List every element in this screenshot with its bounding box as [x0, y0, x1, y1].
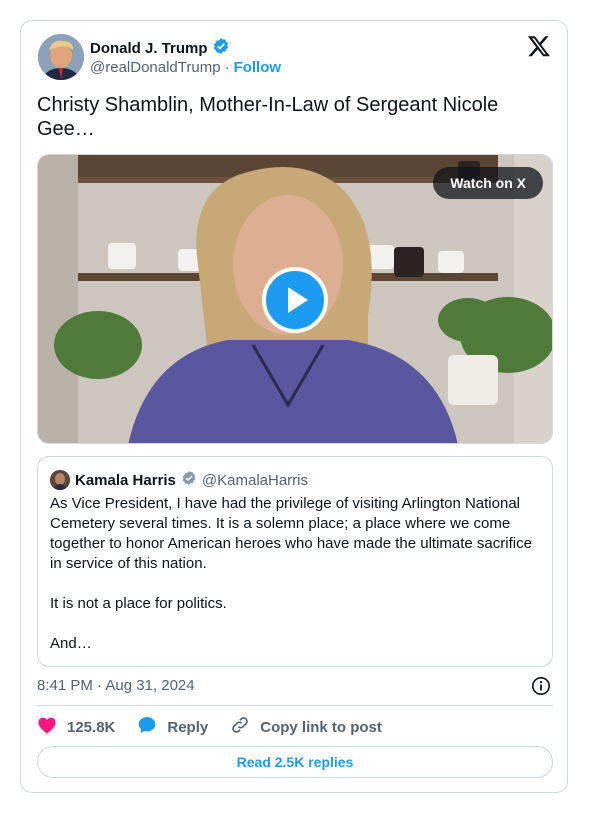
read-replies-button[interactable]: Read 2.5K replies	[37, 746, 553, 778]
reply-button[interactable]: Reply	[137, 715, 208, 739]
author-handle[interactable]: @realDonaldTrump	[90, 59, 221, 76]
quoted-post[interactable]: Kamala Harris @KamalaHarris As Vice Pres…	[37, 456, 553, 667]
quoted-author-handle[interactable]: @KamalaHarris	[202, 472, 308, 489]
quoted-author-avatar[interactable]	[50, 470, 70, 490]
quoted-paragraph: As Vice President, I have had the privil…	[50, 495, 532, 572]
verified-badge-icon	[212, 37, 230, 60]
x-logo-icon[interactable]	[527, 34, 551, 58]
quoted-paragraph: It is not a place for politics.	[50, 595, 227, 612]
like-count: 125.8K	[67, 718, 116, 736]
quoted-paragraph: And…	[50, 635, 92, 652]
action-bar: 125.8K Reply Copy link to post	[37, 715, 404, 739]
link-icon	[230, 715, 250, 739]
like-button[interactable]: 125.8K	[37, 716, 115, 738]
watch-on-x-button[interactable]: Watch on X	[433, 167, 543, 199]
post-timestamp[interactable]: 8:41 PM · Aug 31, 2024	[37, 677, 195, 694]
copy-link-button[interactable]: Copy link to post	[230, 715, 382, 739]
reply-bubble-icon	[137, 715, 157, 739]
quoted-author-name[interactable]: Kamala Harris	[75, 472, 176, 489]
copy-link-label: Copy link to post	[260, 718, 382, 736]
follow-button[interactable]: Follow	[234, 59, 282, 76]
handle-separator: ·	[224, 59, 230, 76]
reply-label: Reply	[167, 718, 209, 736]
divider	[37, 705, 553, 706]
quoted-post-text: As Vice President, I have had the privil…	[50, 494, 540, 654]
quoted-verified-badge-icon	[181, 470, 197, 490]
video-thumbnail[interactable]: Watch on X	[37, 154, 553, 444]
info-icon[interactable]	[531, 676, 551, 696]
play-icon[interactable]	[262, 267, 328, 333]
post-text: Christy Shamblin, Mother-In-Law of Serge…	[37, 94, 499, 140]
heart-icon	[37, 716, 57, 738]
author-avatar[interactable]	[38, 34, 84, 80]
embedded-post-card: Donald J. Trump @realDonaldTrump · Follo…	[20, 20, 568, 793]
author-name[interactable]: Donald J. Trump	[90, 40, 208, 57]
